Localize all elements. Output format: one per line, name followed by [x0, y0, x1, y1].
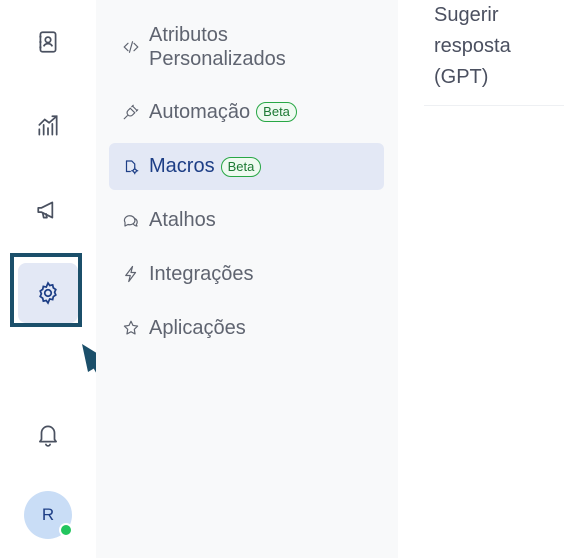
menu-item-label: Macros: [149, 155, 215, 177]
menu-item-atalhos[interactable]: Atalhos: [109, 200, 384, 240]
star-icon: [121, 318, 141, 338]
campaigns-nav-button[interactable]: [18, 180, 78, 240]
menu-item-label: Atalhos: [149, 208, 216, 231]
row-divider: [424, 105, 564, 106]
notifications-nav-button[interactable]: [18, 404, 78, 464]
reports-nav-button[interactable]: [18, 96, 78, 156]
reports-chart-icon: [38, 115, 58, 136]
menu-item-label: Automação: [149, 100, 251, 123]
plug-icon: [121, 102, 141, 122]
menu-item-label: Integrações: [149, 262, 254, 285]
primary-sidebar: R: [0, 0, 139, 558]
lightning-icon: [121, 264, 141, 284]
settings-highlight-box: [10, 253, 82, 327]
beta-badge: Beta: [220, 156, 262, 177]
settings-menu: Atributos Personalizados Automação Beta …: [96, 0, 399, 558]
contact-book-icon: [39, 31, 57, 53]
megaphone-icon: [37, 201, 54, 219]
menu-item-macros[interactable]: Macros Beta: [109, 143, 384, 190]
chat-bubbles-icon: [121, 210, 141, 230]
menu-item-aplicacoes[interactable]: Aplicações: [109, 308, 384, 348]
suggest-reply-gpt-label[interactable]: Sugerir resposta (GPT): [434, 0, 554, 93]
menu-item-atributos[interactable]: Atributos Personalizados: [109, 22, 384, 72]
menu-item-automacao[interactable]: Automação Beta: [109, 92, 384, 132]
app-root: R Atributos Personalizados Automação Bet…: [0, 0, 564, 558]
macro-icon: [121, 157, 141, 177]
online-status-dot: [59, 523, 73, 537]
main-content: Sugerir resposta (GPT): [398, 0, 564, 558]
code-icon: [121, 37, 141, 57]
beta-badge: Beta: [256, 102, 297, 122]
menu-item-integracoes[interactable]: Integrações: [109, 254, 384, 294]
avatar-initial: R: [41, 505, 55, 524]
bell-icon: [39, 425, 57, 447]
menu-item-label: Atributos Personalizados: [149, 24, 286, 70]
contacts-nav-button[interactable]: [18, 12, 78, 72]
menu-item-label: Aplicações: [149, 316, 246, 339]
